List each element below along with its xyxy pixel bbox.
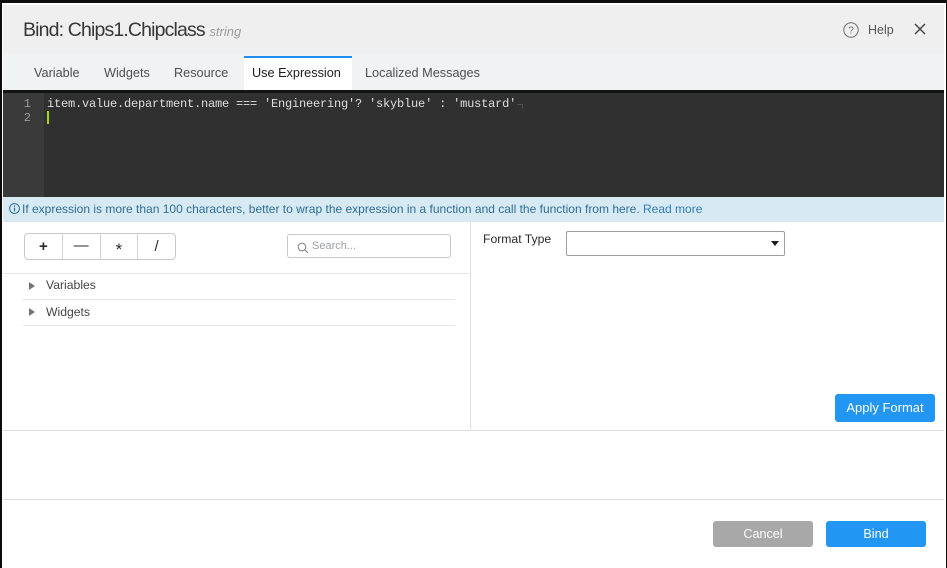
svg-text:?: ? <box>848 26 854 37</box>
